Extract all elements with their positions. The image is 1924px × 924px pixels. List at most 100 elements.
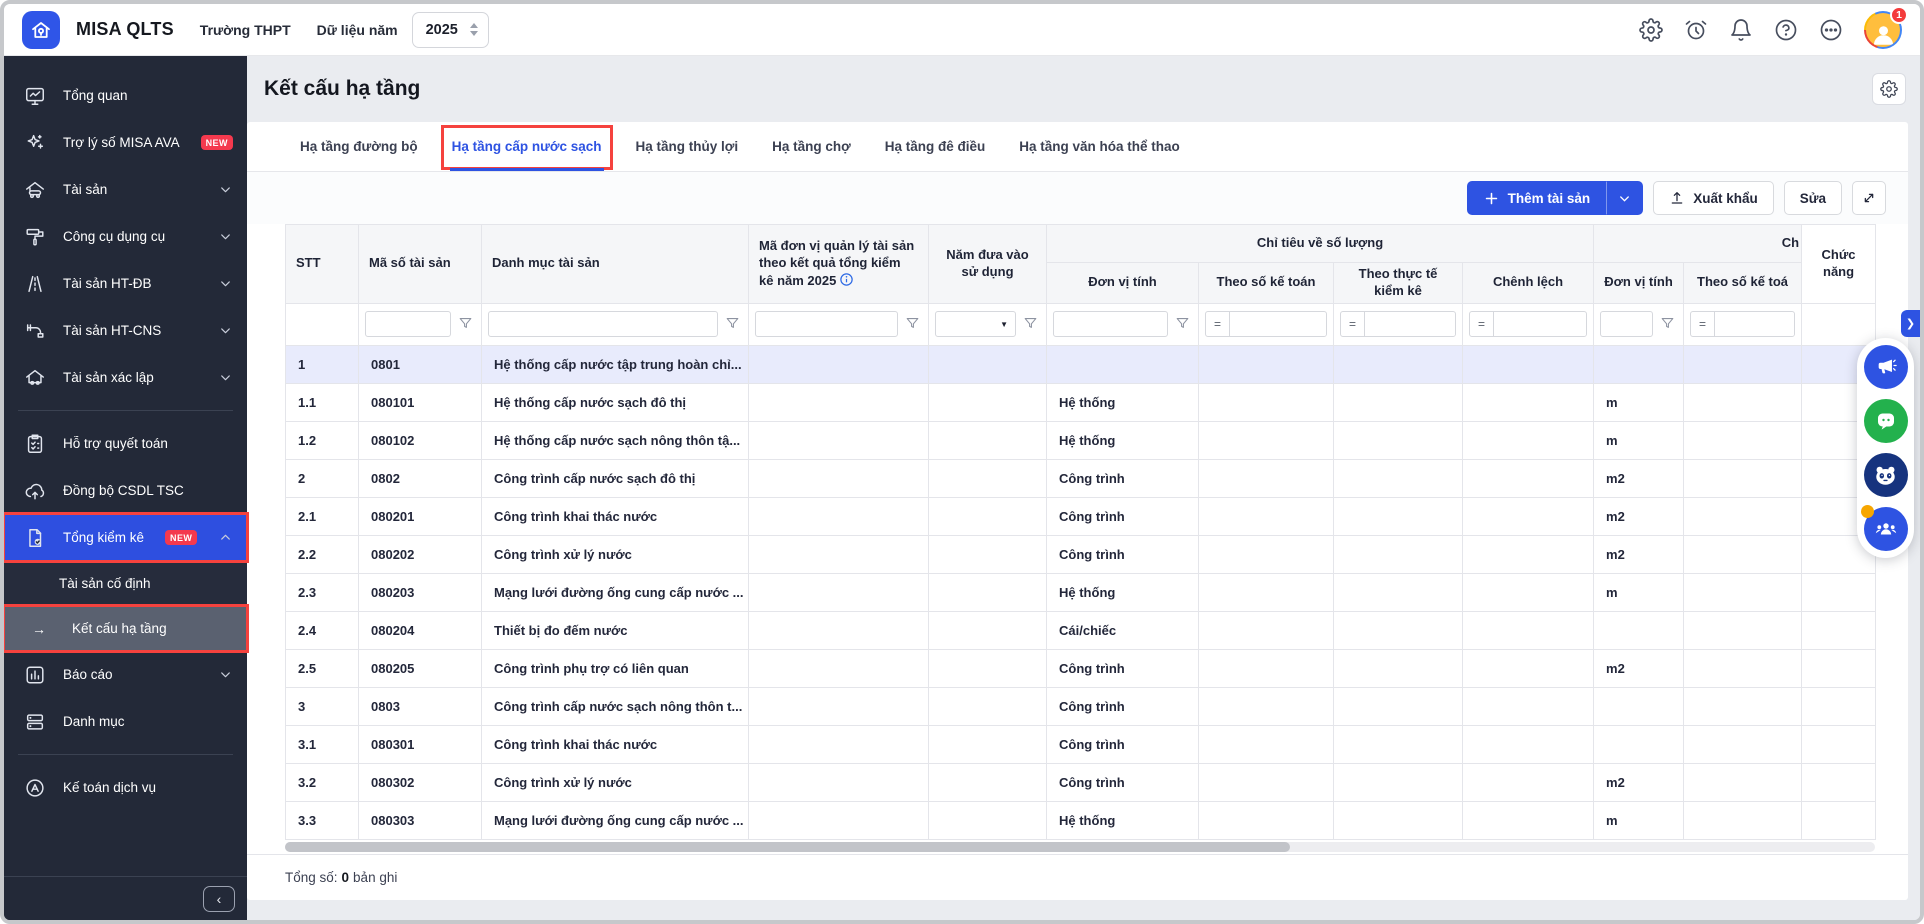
sidebar-collapse-button[interactable]: ‹: [203, 886, 235, 912]
chevron-down-icon[interactable]: [218, 323, 233, 338]
col-header-book-qty[interactable]: Theo số kế toán: [1199, 263, 1334, 304]
sidebar-item-tai-san-co-dinh[interactable]: Tài sản cố định: [4, 561, 247, 606]
chevron-down-icon[interactable]: [218, 182, 233, 197]
expand-button[interactable]: [1852, 181, 1886, 215]
sidebar-item-ket-cau-ha-tang[interactable]: →Kết cấu hạ tầng: [4, 606, 247, 651]
tab-road[interactable]: Hạ tầng đường bộ: [300, 122, 418, 171]
user-avatar[interactable]: 1: [1864, 11, 1902, 49]
col-header-asset-code[interactable]: Mã số tài sản: [359, 225, 482, 304]
equals-operator[interactable]: =: [1341, 312, 1365, 336]
tab-irrigation[interactable]: Hạ tầng thủy lợi: [636, 122, 739, 171]
side-drawer-toggle[interactable]: ❯: [1901, 310, 1920, 337]
col-header-actions[interactable]: Chức năng: [1802, 225, 1876, 304]
notifications-bell-icon[interactable]: [1729, 18, 1753, 42]
filter-funnel-icon[interactable]: [457, 315, 475, 333]
filter-funnel-icon[interactable]: [1659, 315, 1677, 333]
sidebar-item-assets[interactable]: Tài sản: [4, 166, 247, 213]
fab-panda-button[interactable]: [1864, 453, 1908, 497]
filter-funnel-icon[interactable]: [1174, 315, 1192, 333]
page-settings-button[interactable]: [1872, 73, 1906, 105]
table-row[interactable]: 10801Hệ thống cấp nước tập trung hoàn ch…: [286, 345, 1876, 383]
fab-chat-button[interactable]: [1864, 399, 1908, 443]
chevron-up-icon[interactable]: [218, 530, 233, 545]
sidebar-item-asset-xac-lap[interactable]: Tài sản xác lập: [4, 354, 247, 401]
filter-difference-input[interactable]: [1494, 312, 1586, 337]
table-row[interactable]: 30803Công trình cấp nước sạch nông thôn …: [286, 687, 1876, 725]
info-icon[interactable]: [839, 272, 854, 287]
sidebar-item-bao-cao[interactable]: Báo cáo: [4, 651, 247, 698]
sidebar-item-asset-ht-cns[interactable]: Tài sản HT-CNS: [4, 307, 247, 354]
filter-unit-code-input[interactable]: [755, 311, 898, 337]
sidebar-item-misa-ava[interactable]: Trợ lý số MISA AVANEW: [4, 119, 247, 166]
fab-community-button[interactable]: [1864, 507, 1908, 551]
filter-funnel-icon[interactable]: [1022, 315, 1040, 333]
table-row[interactable]: 3.2080302Công trình xử lý nướcCông trình…: [286, 763, 1876, 801]
filter-funnel-icon[interactable]: [724, 315, 742, 333]
tab-clean-water[interactable]: Hạ tầng cấp nước sạch: [452, 122, 602, 171]
app-logo-icon[interactable]: [22, 11, 60, 49]
edit-button[interactable]: Sửa: [1784, 181, 1842, 215]
tab-dike[interactable]: Hạ tầng đê điều: [885, 122, 986, 171]
filter-unit-1-input[interactable]: [1053, 311, 1168, 337]
col-header-unit-1[interactable]: Đơn vị tính: [1047, 263, 1199, 304]
add-asset-dropdown-button[interactable]: [1606, 181, 1643, 215]
col-header-year-used[interactable]: Năm đưa vào sử dụng: [929, 225, 1047, 304]
chevron-down-icon[interactable]: [218, 370, 233, 385]
horizontal-scrollbar[interactable]: [285, 842, 1875, 852]
chevron-down-icon[interactable]: [218, 667, 233, 682]
scrollbar-thumb[interactable]: [285, 842, 1290, 852]
table-row[interactable]: 3.3080303Mạng lưới đường ống cung cấp nư…: [286, 801, 1876, 839]
col-header-asset-category[interactable]: Danh mục tài sản: [482, 225, 749, 304]
sidebar-item-asset-ht-db[interactable]: Tài sản HT-ĐB: [4, 260, 247, 307]
export-button[interactable]: Xuất khẩu: [1653, 181, 1774, 215]
cell-book-qty: [1199, 687, 1334, 725]
cell-unit-code: [749, 763, 929, 801]
equals-operator[interactable]: =: [1470, 312, 1494, 336]
sidebar-item-ke-toan-dich-vu[interactable]: Kế toán dịch vụ: [4, 764, 247, 811]
filter-asset-code-input[interactable]: [365, 311, 451, 337]
settings-icon[interactable]: [1639, 18, 1663, 42]
table-row[interactable]: 2.4080204Thiết bị đo đếm nướcCái/chiếc: [286, 611, 1876, 649]
sidebar-item-tools[interactable]: Công cụ dụng cụ: [4, 213, 247, 260]
sidebar-item-dong-bo-csdl-tsc[interactable]: Đồng bộ CSDL TSC: [4, 467, 247, 514]
year-selector[interactable]: 2025: [412, 12, 489, 48]
col-header-unit-code[interactable]: Mã đơn vị quản lý tài sản theo kết quả t…: [749, 225, 929, 304]
help-icon[interactable]: [1774, 18, 1798, 42]
equals-operator[interactable]: =: [1206, 312, 1230, 336]
tab-culture-sports[interactable]: Hạ tầng văn hóa thể thao: [1019, 122, 1180, 171]
filter-asset-category-input[interactable]: [488, 311, 718, 337]
filter-book-value-input[interactable]: [1715, 312, 1794, 337]
filter-funnel-icon[interactable]: [904, 315, 922, 333]
fab-megaphone-button[interactable]: [1864, 345, 1908, 389]
filter-book-qty-input[interactable]: [1230, 312, 1326, 337]
table-row[interactable]: 20802Công trình cấp nước sạch đô thịCông…: [286, 459, 1876, 497]
col-header-unit-2[interactable]: Đơn vị tính: [1594, 263, 1684, 304]
tab-market[interactable]: Hạ tầng chợ: [772, 122, 851, 171]
equals-operator[interactable]: =: [1691, 312, 1715, 336]
table-row[interactable]: 1.2080102Hệ thống cấp nước sạch nông thô…: [286, 421, 1876, 459]
table-row[interactable]: 3.1080301Công trình khai thác nướcCông t…: [286, 725, 1876, 763]
table-row[interactable]: 2.2080202Công trình xử lý nướcCông trình…: [286, 535, 1876, 573]
filter-actual-qty-input[interactable]: [1365, 312, 1455, 337]
sidebar-item-tong-kiem-ke[interactable]: Tổng kiểm kêNEW: [4, 514, 247, 561]
chevron-down-icon[interactable]: [218, 276, 233, 291]
col-header-difference[interactable]: Chênh lệch: [1463, 263, 1594, 304]
table-row[interactable]: 2.3080203Mạng lưới đường ống cung cấp nư…: [286, 573, 1876, 611]
sidebar-item-overview[interactable]: Tổng quan: [4, 72, 247, 119]
col-header-actual-qty[interactable]: Theo thực tế kiểm kê: [1334, 263, 1463, 304]
table-row[interactable]: 2.5080205Công trình phụ trợ có liên quan…: [286, 649, 1876, 687]
col-header-book-value[interactable]: Theo số kế toá: [1684, 263, 1802, 304]
add-asset-button[interactable]: Thêm tài sản: [1467, 181, 1607, 215]
org-menu-item[interactable]: Trường THPT: [200, 22, 291, 38]
year-stepper-icon[interactable]: [470, 23, 478, 36]
filter-year-used-select[interactable]: ▼: [935, 311, 1016, 337]
more-options-icon[interactable]: [1819, 18, 1843, 42]
sidebar-item-danh-muc[interactable]: Danh mục: [4, 698, 247, 745]
sidebar-item-ho-tro-quyet-toan[interactable]: Hỗ trợ quyết toán: [4, 420, 247, 467]
col-header-stt[interactable]: STT: [286, 225, 359, 304]
table-row[interactable]: 2.1080201Công trình khai thác nướcCông t…: [286, 497, 1876, 535]
filter-unit-2-input[interactable]: [1600, 311, 1653, 337]
reminder-clock-icon[interactable]: [1684, 18, 1708, 42]
chevron-down-icon[interactable]: [218, 229, 233, 244]
table-row[interactable]: 1.1080101Hệ thống cấp nước sạch đô thịHệ…: [286, 383, 1876, 421]
